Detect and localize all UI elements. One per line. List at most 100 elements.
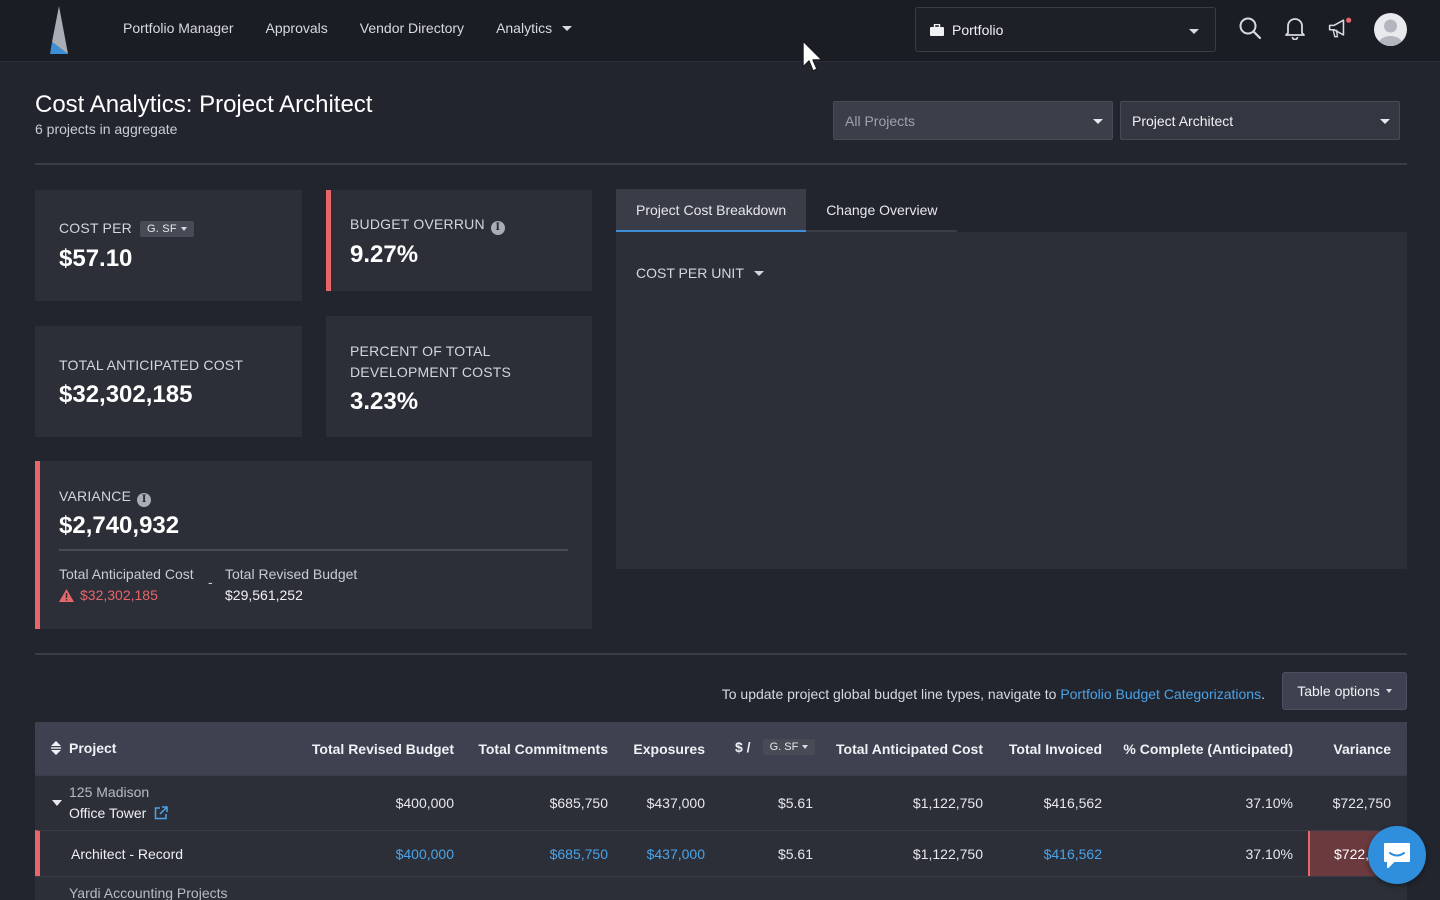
top-navigation-bar: Portfolio Manager Approvals Vendor Direc…	[0, 0, 1440, 62]
project-filter-select[interactable]: All Projects	[833, 101, 1113, 140]
analytics-tabs: Project Cost Breakdown Change Overview	[616, 189, 958, 232]
budget-categorization-notice: To update project global budget line typ…	[722, 686, 1265, 702]
variance-anticipated-amount: $32,302,185	[80, 587, 158, 603]
portfolio-budget-categorizations-link[interactable]: Portfolio Budget Categorizations	[1060, 686, 1261, 702]
project-name-text: Office Tower	[69, 805, 147, 821]
bell-icon[interactable]	[1282, 14, 1308, 42]
cost-per-unit-dropdown[interactable]: G. SF	[140, 221, 194, 237]
variance-value: $2,740,932	[59, 512, 180, 539]
cost-per-unit-label: COST PER UNIT	[636, 265, 744, 281]
cell-total-anticipated-cost: $1,122,750	[912, 846, 983, 862]
percent-dev-costs-card: PERCENT OF TOTAL DEVELOPMENT COSTS 3.23%	[326, 316, 592, 437]
variance-revised-label: Total Revised Budget	[225, 566, 358, 582]
external-link-icon[interactable]	[154, 806, 169, 820]
variance-operator: -	[208, 574, 213, 590]
project-name-line2: Office Tower	[69, 805, 169, 821]
briefcase-icon	[930, 23, 944, 36]
megaphone-icon[interactable]	[1327, 14, 1353, 42]
notice-suffix: .	[1261, 686, 1265, 702]
cell-total-commitments-link[interactable]: $685,750	[550, 846, 608, 862]
budget-overrun-label-text: BUDGET OVERRUN	[350, 216, 485, 232]
cost-per-unit-dropdown[interactable]: COST PER UNIT	[636, 265, 764, 281]
variance-divider	[59, 549, 568, 551]
page-title: Cost Analytics: Project Architect	[35, 91, 373, 118]
nav-portfolio-manager[interactable]: Portfolio Manager	[123, 20, 234, 36]
chat-icon	[1384, 843, 1410, 868]
nav-vendor-directory[interactable]: Vendor Directory	[360, 20, 464, 36]
nav-analytics[interactable]: Analytics	[496, 20, 573, 36]
variance-revised-value: $29,561,252	[225, 587, 303, 603]
main-nav: Portfolio Manager Approvals Vendor Direc…	[123, 0, 573, 56]
column-total-anticipated-cost[interactable]: Total Anticipated Cost	[836, 741, 983, 757]
cell-total-commitments: $685,750	[549, 795, 608, 811]
cell-total-invoiced: $416,562	[1043, 795, 1102, 811]
percent-dev-costs-value: 3.23%	[350, 388, 419, 415]
cell-percent-complete: 37.10%	[1245, 795, 1293, 811]
column-total-commitments[interactable]: Total Commitments	[478, 741, 608, 757]
warning-icon	[59, 588, 74, 602]
chevron-down-icon	[802, 745, 809, 749]
chevron-down-icon	[1093, 119, 1103, 124]
column-project[interactable]: Project	[51, 740, 116, 756]
nav-approvals[interactable]: Approvals	[266, 20, 328, 36]
percent-dev-costs-label: PERCENT OF TOTAL DEVELOPMENT COSTS	[350, 341, 511, 383]
chat-support-button[interactable]	[1368, 826, 1426, 884]
project-name-line1: Yardi Accounting Projects	[69, 885, 228, 900]
cell-percent-complete: 37.10%	[1245, 846, 1293, 862]
cost-per-value: $57.10	[59, 245, 133, 272]
divider	[35, 163, 1407, 165]
percent-dev-costs-label-line1: PERCENT OF TOTAL	[350, 343, 491, 359]
column-variance[interactable]: Variance	[1333, 741, 1391, 757]
nav-analytics-label: Analytics	[496, 20, 553, 36]
table-row[interactable]: 125 Madison Office Tower $400,000 $685,7…	[35, 775, 1407, 830]
column-percent-complete[interactable]: % Complete (Anticipated)	[1123, 741, 1293, 757]
cost-per-label-text: COST PER	[59, 220, 132, 236]
column-cost-per-unit[interactable]: $ / G. SF	[735, 739, 816, 755]
cell-exposures: $437,000	[646, 795, 705, 811]
column-project-label: Project	[69, 740, 117, 756]
mouse-cursor-icon	[802, 40, 824, 74]
line-item-name: Architect - Record	[71, 846, 184, 862]
total-anticipated-cost-value: $32,302,185	[59, 381, 193, 408]
cell-exposures-link[interactable]: $437,000	[647, 846, 705, 862]
table-row[interactable]: Architect - Record $400,000 $685,750 $43…	[35, 830, 1407, 877]
cell-total-invoiced-link[interactable]: $416,562	[1044, 846, 1102, 862]
variance-label: VARIANCE i	[59, 488, 152, 507]
variance-anticipated-label: Total Anticipated Cost	[59, 566, 194, 582]
cell-total-revised-budget-link[interactable]: $400,000	[396, 846, 454, 862]
chevron-down-icon	[180, 227, 187, 231]
variance-label-text: VARIANCE	[59, 488, 132, 504]
chevron-down-icon	[753, 270, 764, 276]
tab-change-overview[interactable]: Change Overview	[806, 189, 958, 232]
variance-card: VARIANCE i $2,740,932 Total Anticipated C…	[35, 461, 592, 629]
expand-collapse-all-icon[interactable]	[51, 741, 61, 755]
info-icon[interactable]: i	[490, 221, 505, 235]
app-logo-icon[interactable]	[46, 6, 72, 54]
chevron-down-icon	[562, 25, 573, 31]
chevron-down-icon	[1385, 689, 1392, 693]
column-total-invoiced[interactable]: Total Invoiced	[1009, 741, 1102, 757]
total-anticipated-cost-label: TOTAL ANTICIPATED COST	[59, 357, 244, 373]
notice-text: To update project global budget line typ…	[721, 686, 1061, 702]
portfolio-selector[interactable]: Portfolio	[915, 7, 1216, 52]
total-anticipated-cost-card: TOTAL ANTICIPATED COST $32,302,185	[35, 326, 302, 437]
column-unit-dropdown[interactable]: G. SF	[762, 739, 816, 755]
table-options-button[interactable]: Table options	[1282, 672, 1407, 710]
column-total-revised-budget[interactable]: Total Revised Budget	[312, 741, 454, 757]
project-name-line1: 125 Madison	[69, 784, 150, 800]
project-filter-value: All Projects	[845, 112, 916, 129]
table-row[interactable]: Yardi Accounting Projects	[35, 876, 1407, 900]
tab-project-cost-breakdown[interactable]: Project Cost Breakdown	[616, 189, 807, 232]
category-filter-select[interactable]: Project Architect	[1120, 101, 1400, 140]
cell-cost-per-unit: $5.61	[777, 795, 813, 811]
cell-total-anticipated-cost: $1,122,750	[912, 795, 983, 811]
search-icon[interactable]	[1237, 14, 1263, 42]
divider	[35, 653, 1407, 655]
chevron-down-icon[interactable]	[52, 800, 62, 806]
cell-variance: $722,	[1334, 846, 1370, 862]
column-exposures[interactable]: Exposures	[633, 741, 705, 757]
info-icon[interactable]: i	[137, 493, 152, 507]
user-avatar[interactable]	[1374, 13, 1407, 46]
portfolio-selector-label: Portfolio	[952, 21, 1004, 38]
table-options-label: Table options	[1297, 683, 1380, 699]
